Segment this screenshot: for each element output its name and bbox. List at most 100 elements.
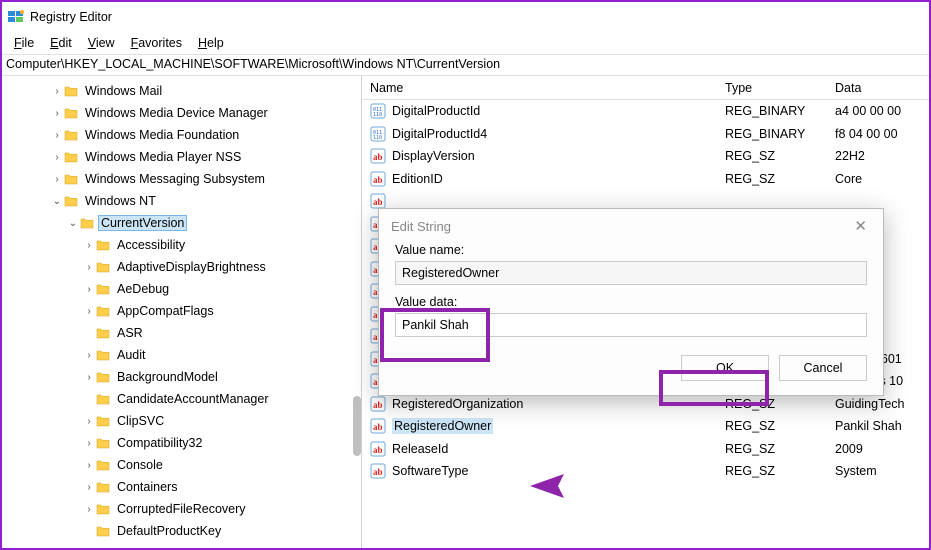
- tree-toggle-icon[interactable]: ⌄: [50, 196, 64, 207]
- tree-item[interactable]: › AppCompatFlags: [6, 300, 361, 322]
- value-data-label: Value data:: [395, 295, 867, 309]
- list-row[interactable]: 011 110 DigitalProductId4REG_BINARYf8 04…: [362, 123, 929, 146]
- value-data: Core: [827, 170, 929, 188]
- app-title: Registry Editor: [30, 10, 112, 24]
- tree-item[interactable]: ASR: [6, 322, 361, 344]
- string-value-icon: ab: [370, 463, 386, 479]
- folder-icon: [96, 503, 110, 515]
- tree-item-label: Windows Media Player NSS: [82, 149, 244, 165]
- col-header-name[interactable]: Name: [362, 77, 717, 99]
- tree-item[interactable]: › CorruptedFileRecovery: [6, 498, 361, 520]
- string-value-icon: ab: [370, 418, 386, 434]
- folder-icon: [96, 239, 110, 251]
- value-name: EditionID: [392, 172, 443, 186]
- tree-toggle-icon[interactable]: ›: [50, 86, 64, 97]
- tree-item[interactable]: › Containers: [6, 476, 361, 498]
- list-row[interactable]: 011 110 DigitalProductIdREG_BINARYa4 00 …: [362, 100, 929, 123]
- tree-toggle-icon[interactable]: ›: [82, 504, 96, 515]
- value-name-label: Value name:: [395, 243, 867, 257]
- tree-item[interactable]: › Windows Media Player NSS: [6, 146, 361, 168]
- tree-item[interactable]: › Console: [6, 454, 361, 476]
- col-header-data[interactable]: Data: [827, 77, 929, 99]
- tree-item[interactable]: › Audit: [6, 344, 361, 366]
- tree-toggle-icon[interactable]: ›: [82, 482, 96, 493]
- tree-item[interactable]: › Accessibility: [6, 234, 361, 256]
- value-name-field[interactable]: [395, 261, 867, 285]
- value-type: REG_SZ: [717, 147, 827, 165]
- value-data: [827, 199, 929, 203]
- value-data-field[interactable]: [395, 313, 867, 337]
- menu-view[interactable]: View: [80, 34, 123, 52]
- tree-item[interactable]: CandidateAccountManager: [6, 388, 361, 410]
- menu-help[interactable]: Help: [190, 34, 232, 52]
- tree-toggle-icon[interactable]: ›: [50, 174, 64, 185]
- binary-value-icon: 011 110: [370, 103, 386, 119]
- menu-edit[interactable]: Edit: [42, 34, 80, 52]
- value-type: [717, 199, 827, 203]
- tree-item[interactable]: ⌄ Windows NT: [6, 190, 361, 212]
- list-row[interactable]: ab ReleaseIdREG_SZ2009: [362, 438, 929, 461]
- tree-item-label: Accessibility: [114, 237, 188, 253]
- tree-toggle-icon[interactable]: ›: [82, 262, 96, 273]
- tree-item-label: Console: [114, 457, 166, 473]
- list-row[interactable]: ab EditionIDREG_SZCore: [362, 168, 929, 191]
- menu-file[interactable]: File: [6, 34, 42, 52]
- tree-toggle-icon[interactable]: ›: [50, 152, 64, 163]
- tree-item[interactable]: DefaultProductKey: [6, 520, 361, 542]
- tree-item-label: Windows Messaging Subsystem: [82, 171, 268, 187]
- value-data: System: [827, 462, 929, 480]
- tree-item[interactable]: › Windows Mail: [6, 80, 361, 102]
- tree-toggle-icon[interactable]: ›: [82, 284, 96, 295]
- tree-item[interactable]: › ClipSVC: [6, 410, 361, 432]
- tree-toggle-icon[interactable]: ›: [82, 460, 96, 471]
- tree-toggle-icon[interactable]: ›: [82, 416, 96, 427]
- menubar: File Edit View Favorites Help: [2, 32, 929, 54]
- tree-item[interactable]: › Compatibility32: [6, 432, 361, 454]
- tree-toggle-icon[interactable]: ⌄: [66, 218, 80, 229]
- value-type: REG_SZ: [717, 462, 827, 480]
- ok-button[interactable]: OK: [681, 355, 769, 381]
- tree-toggle-icon[interactable]: ›: [82, 372, 96, 383]
- tree-toggle-icon[interactable]: ›: [50, 130, 64, 141]
- tree-toggle-icon[interactable]: ›: [82, 240, 96, 251]
- value-type: REG_SZ: [717, 417, 827, 435]
- value-name: RegisteredOwner: [392, 418, 493, 434]
- list-row[interactable]: ab DisplayVersionREG_SZ22H2: [362, 145, 929, 168]
- tree-scrollbar[interactable]: [353, 396, 361, 456]
- string-value-icon: ab: [370, 441, 386, 457]
- tree-item[interactable]: › AdaptiveDisplayBrightness: [6, 256, 361, 278]
- folder-icon: [96, 437, 110, 449]
- list-row[interactable]: ab SoftwareType REG_SZSystem: [362, 460, 929, 483]
- tree-item-label: AppCompatFlags: [114, 303, 217, 319]
- tree-item-label: Compatibility32: [114, 435, 205, 451]
- cancel-button[interactable]: Cancel: [779, 355, 867, 381]
- folder-icon: [96, 327, 110, 339]
- tree-toggle-icon[interactable]: ›: [82, 438, 96, 449]
- col-header-type[interactable]: Type: [717, 77, 827, 99]
- tree-item[interactable]: › Windows Media Foundation: [6, 124, 361, 146]
- tree-toggle-icon[interactable]: ›: [50, 108, 64, 119]
- tree-toggle-icon[interactable]: ›: [82, 350, 96, 361]
- svg-text:110: 110: [373, 135, 382, 141]
- folder-icon: [64, 173, 78, 185]
- dialog-titlebar[interactable]: Edit String ✕: [379, 209, 883, 243]
- tree-item[interactable]: › BackgroundModel: [6, 366, 361, 388]
- list-row[interactable]: ab RegisteredOwnerREG_SZPankil Shah: [362, 415, 929, 438]
- dialog-close-button[interactable]: ✕: [850, 213, 871, 239]
- tree-item-label: DefaultProductKey: [114, 523, 224, 539]
- svg-text:ab: ab: [373, 152, 383, 162]
- value-name: RegisteredOrganization: [392, 397, 523, 411]
- menu-favorites[interactable]: Favorites: [123, 34, 190, 52]
- tree-item[interactable]: ⌄ CurrentVersion: [6, 212, 361, 234]
- tree-toggle-icon[interactable]: ›: [82, 306, 96, 317]
- value-data: f8 04 00 00: [827, 125, 929, 143]
- value-name: SoftwareType: [392, 464, 468, 478]
- tree-item[interactable]: › Windows Media Device Manager: [6, 102, 361, 124]
- value-name: DigitalProductId: [392, 104, 480, 118]
- tree-item[interactable]: › Windows Messaging Subsystem: [6, 168, 361, 190]
- tree-item[interactable]: › AeDebug: [6, 278, 361, 300]
- tree-item-label: CurrentVersion: [98, 215, 187, 231]
- folder-icon: [96, 349, 110, 361]
- value-type: REG_SZ: [717, 440, 827, 458]
- address-bar[interactable]: Computer\HKEY_LOCAL_MACHINE\SOFTWARE\Mic…: [2, 54, 929, 76]
